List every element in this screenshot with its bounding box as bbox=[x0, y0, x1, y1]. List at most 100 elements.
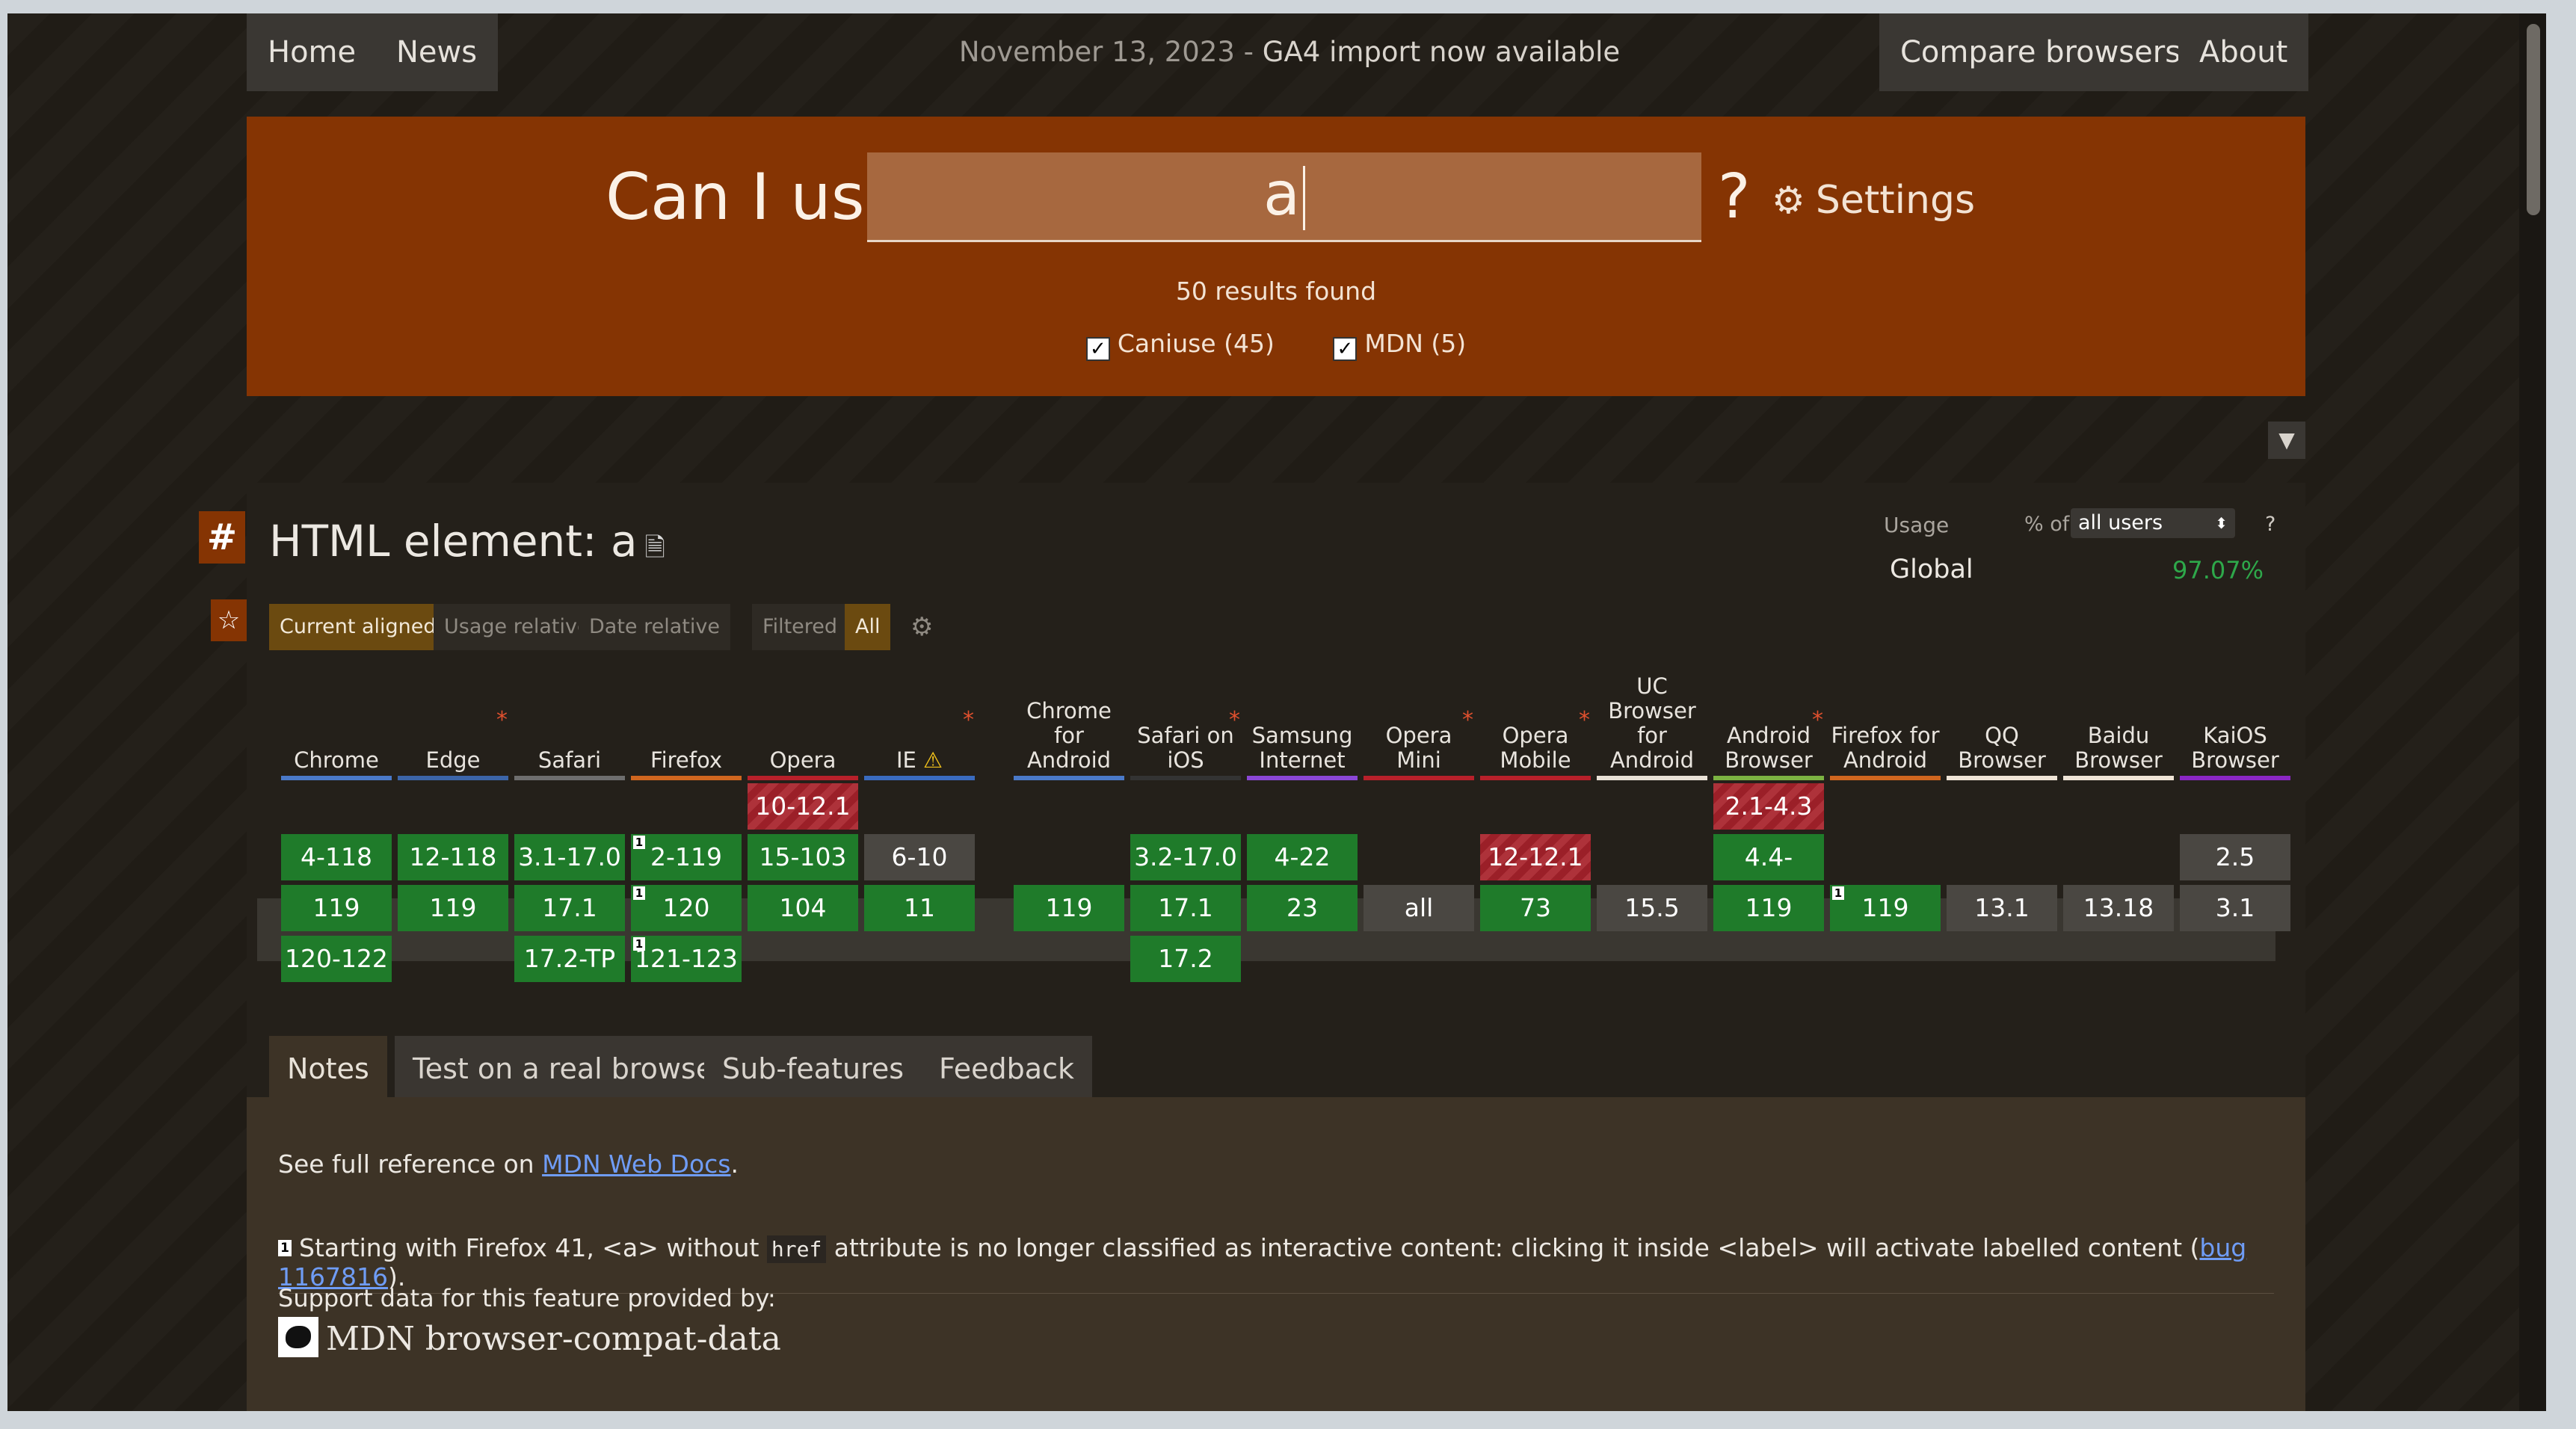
support-cell[interactable]: 4-22 bbox=[1247, 834, 1358, 880]
tab-sub-features[interactable]: Sub-features bbox=[704, 1036, 922, 1102]
nav-compare-link[interactable]: Compare browsers bbox=[1879, 13, 2202, 91]
support-cell[interactable]: 73 bbox=[1480, 885, 1591, 931]
mdn-link[interactable]: MDN Web Docs bbox=[542, 1149, 730, 1179]
browser-header-chrome[interactable]: Chrome bbox=[281, 748, 392, 773]
support-cell[interactable]: 119 1 bbox=[1830, 885, 1941, 931]
support-cell[interactable]: 2.5 bbox=[2180, 834, 2290, 880]
browser-header-firefox-for-android[interactable]: Firefox for Android bbox=[1830, 723, 1941, 773]
support-cell[interactable]: 2.1-4.3 bbox=[1713, 783, 1824, 830]
support-cell[interactable]: 119 bbox=[1713, 885, 1824, 931]
note-1-text-a: Starting with Firefox 41, <a> without bbox=[299, 1233, 767, 1262]
view-filtered[interactable]: Filtered bbox=[752, 604, 848, 650]
support-cell[interactable]: 17.2 bbox=[1130, 936, 1241, 982]
support-cell[interactable]: 17.2-TP bbox=[514, 936, 625, 982]
nav-about-link[interactable]: About bbox=[2178, 13, 2309, 91]
browser-header-safari-on-ios[interactable]: Safari on iOS bbox=[1130, 723, 1241, 773]
note-1: 1 Starting with Firefox 41, <a> without h… bbox=[278, 1233, 2305, 1291]
support-cell[interactable]: 120-122 bbox=[281, 936, 392, 982]
support-cell[interactable]: 3.1 bbox=[2180, 885, 2290, 931]
mdn-bcd-link[interactable]: MDN browser-compat-data bbox=[278, 1317, 781, 1358]
checkbox-caniuse[interactable]: ✓ bbox=[1085, 337, 1110, 361]
browser-header-uc-browser-for-android[interactable]: UC Browser for Android bbox=[1597, 674, 1707, 773]
support-cell[interactable]: 13.1 bbox=[1947, 885, 2057, 931]
support-cell[interactable]: 11 bbox=[864, 885, 975, 931]
browser-header-samsung-internet[interactable]: Samsung Internet bbox=[1247, 723, 1358, 773]
question-mark: ? bbox=[1718, 161, 1751, 232]
browser-header-edge[interactable]: Edge bbox=[398, 748, 508, 773]
browser-header-ie[interactable]: IE ⚠ bbox=[864, 748, 975, 773]
support-cell[interactable]: 104 bbox=[748, 885, 858, 931]
browser-note-asterisk: * bbox=[496, 707, 508, 733]
tab-test-real-browser[interactable]: Test on a real browser bbox=[395, 1036, 743, 1102]
browser-header-opera[interactable]: Opera bbox=[748, 748, 858, 773]
support-cell[interactable]: 13.18 bbox=[2063, 885, 2174, 931]
nav-home-link[interactable]: Home bbox=[247, 13, 378, 91]
view-all[interactable]: All bbox=[845, 604, 891, 650]
usage-help[interactable]: ? bbox=[2265, 513, 2275, 536]
support-cell[interactable]: 15.5 bbox=[1597, 885, 1707, 931]
tab-feedback[interactable]: Feedback bbox=[921, 1036, 1092, 1102]
filter-mdn-label: MDN (5) bbox=[1364, 329, 1467, 358]
tab-notes[interactable]: Notes bbox=[269, 1036, 387, 1102]
browser-header-qq-browser[interactable]: QQ Browser bbox=[1947, 723, 2057, 773]
support-cell[interactable]: 120 1 bbox=[631, 885, 742, 931]
support-cell[interactable]: 15-103 bbox=[748, 834, 858, 880]
support-cell[interactable]: 12-12.1 bbox=[1480, 834, 1591, 880]
support-cell[interactable]: 3.1-17.0 bbox=[514, 834, 625, 880]
support-cell[interactable]: 2-119 1 bbox=[631, 834, 742, 880]
filter-icon[interactable]: ▼ bbox=[2268, 422, 2305, 459]
search-input[interactable]: a bbox=[867, 152, 1701, 242]
full-reference: See full reference on MDN Web Docs. bbox=[278, 1149, 739, 1179]
support-cell[interactable]: 12-118 bbox=[398, 834, 508, 880]
support-cell[interactable]: 119 bbox=[1014, 885, 1124, 931]
announcement-separator: - bbox=[1234, 36, 1263, 68]
browser-header-baidu-browser[interactable]: Baidu Browser bbox=[2063, 723, 2174, 773]
announcement[interactable]: November 13, 2023 - GA4 import now avail… bbox=[755, 13, 1824, 91]
browser-header-kaios-browser[interactable]: KaiOS Browser bbox=[2180, 723, 2290, 773]
users-select-value: all users bbox=[2078, 511, 2163, 534]
support-cell[interactable]: 119 bbox=[281, 885, 392, 931]
support-cell[interactable]: 6-10 bbox=[864, 834, 975, 880]
settings-button[interactable]: ⚙ Settings bbox=[1772, 178, 1975, 223]
support-cell[interactable]: 10-12.1 bbox=[748, 783, 858, 830]
reference-suffix: . bbox=[730, 1149, 739, 1179]
browser-color-bar bbox=[1830, 776, 1941, 780]
users-select[interactable]: all users ⬍ bbox=[2071, 508, 2235, 538]
support-cell[interactable]: 23 bbox=[1247, 885, 1358, 931]
support-cell[interactable]: 17.1 bbox=[514, 885, 625, 931]
document-icon: 🗎 bbox=[644, 533, 665, 563]
support-cell[interactable]: 17.1 bbox=[1130, 885, 1241, 931]
support-cell[interactable]: 3.2-17.0 bbox=[1130, 834, 1241, 880]
view-date-relative[interactable]: Date relative bbox=[579, 604, 730, 650]
view-usage-relative[interactable]: Usage relative bbox=[434, 604, 600, 650]
scrollbar[interactable] bbox=[2519, 13, 2546, 1411]
announcement-text[interactable]: GA4 import now available bbox=[1263, 36, 1620, 68]
browser-header-safari[interactable]: Safari bbox=[514, 748, 625, 773]
star-icon[interactable]: ☆ bbox=[211, 599, 247, 641]
filter-caniuse-label: Caniuse (45) bbox=[1117, 329, 1275, 358]
gear-icon[interactable]: ⚙ bbox=[910, 604, 933, 650]
feature-card: HTML element: a 🗎 Usage % of all users ⬍ ?… bbox=[247, 483, 2305, 1411]
note-flag: 1 bbox=[633, 886, 645, 900]
support-cell[interactable]: 4.4-4.4.4 bbox=[1713, 834, 1824, 918]
support-cell[interactable]: 119 bbox=[398, 885, 508, 931]
browser-header-opera-mini[interactable]: Opera Mini bbox=[1364, 723, 1474, 773]
browser-header-android-browser[interactable]: Android Browser bbox=[1713, 723, 1824, 773]
filter-caniuse[interactable]: ✓ Caniuse (45) bbox=[1085, 329, 1275, 361]
nav-news-link[interactable]: News bbox=[375, 13, 499, 91]
browser-header-chrome-for-android[interactable]: Chrome for Android bbox=[1014, 699, 1124, 773]
browser-header-opera-mobile[interactable]: Opera Mobile bbox=[1480, 723, 1591, 773]
view-current-aligned[interactable]: Current aligned bbox=[269, 604, 447, 650]
browser-header-firefox[interactable]: Firefox bbox=[631, 748, 742, 773]
scroll-thumb[interactable] bbox=[2527, 24, 2540, 215]
filter-mdn[interactable]: ✓ MDN (5) bbox=[1333, 329, 1467, 361]
support-cell[interactable]: all bbox=[1364, 885, 1474, 931]
provided-by-label: Support data for this feature provided b… bbox=[278, 1284, 776, 1312]
feature-title-text: HTML element: a bbox=[269, 516, 638, 567]
support-cell[interactable]: 4-118 bbox=[281, 834, 392, 880]
browser-color-bar bbox=[1597, 776, 1707, 780]
checkbox-mdn[interactable]: ✓ bbox=[1333, 337, 1358, 361]
support-cell[interactable]: 121-123 1 bbox=[631, 936, 742, 982]
hash-link-icon[interactable]: # bbox=[199, 511, 245, 564]
source-filters: ✓ Caniuse (45) ✓ MDN (5) bbox=[247, 329, 2305, 361]
